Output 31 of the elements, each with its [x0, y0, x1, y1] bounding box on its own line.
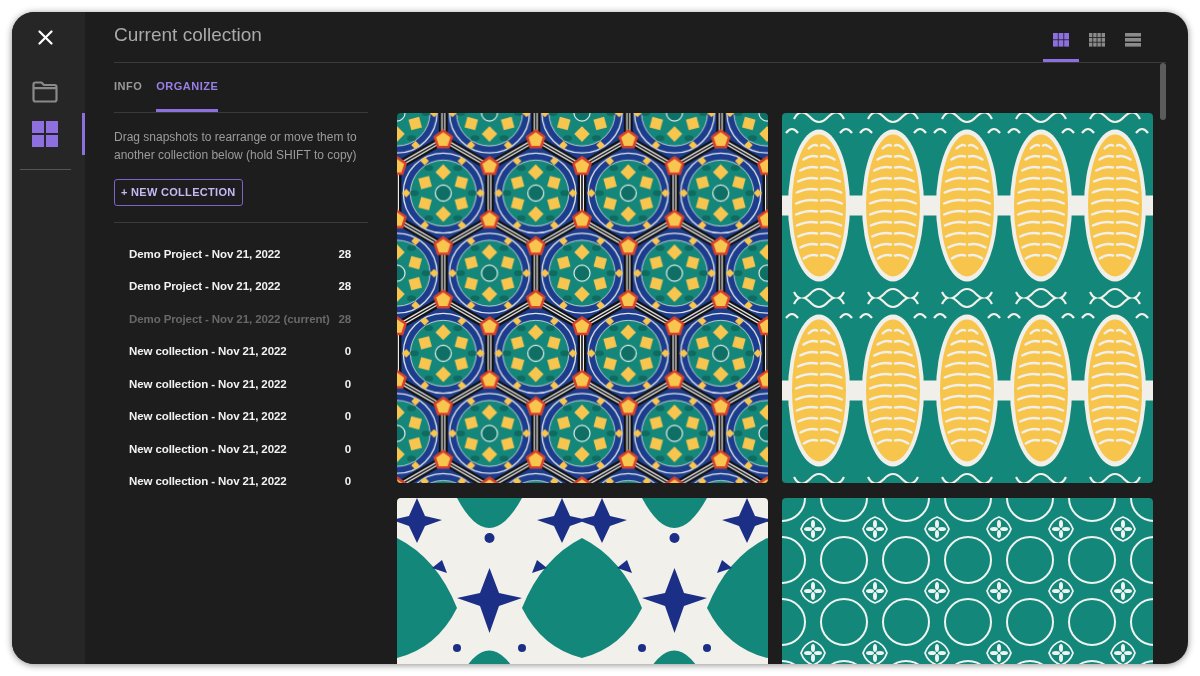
hint-text: Drag snapshots to rearrange or move them to another collection below (hold SHIFT to copy) [114, 129, 358, 164]
scrollbar-thumb[interactable] [1160, 63, 1166, 120]
snapshot-count: 0 [344, 376, 351, 392]
new-collection-button[interactable]: + NEW COLLECTION [114, 179, 243, 206]
fan-pattern-thumbnail[interactable] [397, 498, 768, 664]
collection-name[interactable]: New collection - Nov 21, 2022 [129, 408, 287, 426]
collection-name[interactable]: New collection - Nov 21, 2022 [129, 343, 287, 361]
collection-name[interactable]: Demo Project - Nov 21, 2022 [129, 278, 281, 296]
quatrefoil-pattern-thumbnail[interactable] [782, 498, 1153, 664]
snapshot-count: 0 [344, 344, 351, 360]
snapshot-count: 28 [338, 311, 351, 327]
tab[interactable]: ORGANIZE [156, 63, 219, 112]
snapshot-count: 0 [344, 441, 351, 457]
close-icon [37, 29, 53, 45]
collection-name[interactable]: New collection - Nov 21, 2022 [129, 440, 287, 458]
collection-name[interactable]: New collection - Nov 21, 2022 [129, 375, 287, 393]
collection-name[interactable]: New collection - Nov 21, 2022 [129, 473, 287, 491]
snapshot-count: 0 [344, 474, 351, 490]
snapshot-count: 0 [344, 409, 351, 425]
oval-pattern-thumbnail[interactable] [782, 113, 1153, 483]
folder-icon [32, 81, 58, 103]
snapshot-count: 28 [338, 246, 351, 262]
list-icon [1125, 33, 1141, 47]
tab[interactable]: INFO [114, 63, 143, 112]
snapshot-count: 28 [338, 279, 351, 295]
dense-grid-icon [1089, 33, 1105, 47]
collection-name[interactable]: Demo Project - Nov 21, 2022 [129, 245, 281, 263]
grid-icon [1053, 33, 1069, 47]
medallion-pattern-thumbnail[interactable] [397, 113, 768, 483]
page-title: Current collection [114, 23, 262, 47]
grid-icon [32, 121, 58, 147]
